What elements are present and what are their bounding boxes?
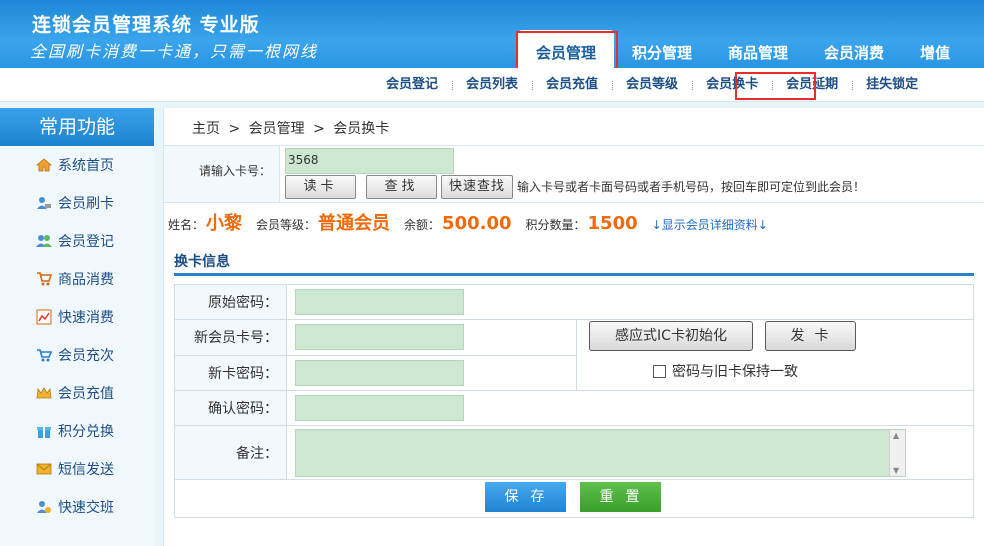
member-points-label: 积分数量： bbox=[525, 218, 586, 232]
card-search-form: 请输入卡号： 3568 读卡 查找 快速查找 输入卡号或者卡面号码或者手机号码，… bbox=[164, 145, 984, 203]
sidebar: 常用功能 系统首页 会员刷卡 会员登记 商品消费 快速消费 会员充次 会员充值 … bbox=[0, 108, 154, 546]
member-summary: 姓名： 小黎 会员等级： 普通会员 余额： 500.00 积分数量： 1500 … bbox=[168, 209, 768, 235]
sidebar-item-sms-send[interactable]: 短信发送 bbox=[0, 450, 154, 488]
gift-icon bbox=[37, 427, 51, 438]
sidebar-item-label: 会员刷卡 bbox=[58, 196, 114, 212]
card-search-hint: 输入卡号或者卡面号码或者手机号码，按回车即可定位到此会员！ bbox=[517, 180, 866, 194]
breadcrumb-member-management[interactable]: 会员管理 bbox=[249, 121, 305, 137]
sidebar-item-quick-handover[interactable]: 快速交班 bbox=[0, 488, 154, 526]
change-card-form: 原始密码： 新会员卡号： 感应式IC卡初始化 发卡 密码与旧卡保持一致 新卡密码… bbox=[174, 284, 974, 518]
same-password-label: 密码与旧卡保持一致 bbox=[672, 364, 798, 380]
new-card-number-input[interactable] bbox=[295, 324, 464, 351]
main-content: 主页 > 会员管理 > 会员换卡 请输入卡号： 3568 读卡 查找 快速查找 … bbox=[163, 108, 984, 546]
sidebar-item-member-recharge[interactable]: 会员充值 bbox=[0, 374, 154, 412]
top-nav: 会员管理 积分管理 商品管理 会员消费 增值 bbox=[518, 30, 968, 68]
member-name-label: 姓名： bbox=[168, 218, 205, 232]
breadcrumb-current: 会员换卡 bbox=[333, 121, 390, 137]
same-password-checkbox[interactable] bbox=[653, 365, 666, 378]
remark-label: 备注： bbox=[174, 425, 287, 480]
save-button[interactable]: 保存 bbox=[485, 482, 566, 512]
sidebar-item-home[interactable]: 系统首页 bbox=[0, 146, 154, 184]
sidebar-item-quick-consumption[interactable]: 快速消费 bbox=[0, 298, 154, 336]
sidebar-item-points-exchange[interactable]: 积分兑换 bbox=[0, 412, 154, 450]
app-header: 连锁会员管理系统 专业版 全国刷卡消费一卡通，只需一根网线 会员管理 积分管理 … bbox=[0, 0, 984, 68]
shopping-cart-icon bbox=[37, 272, 52, 286]
sidebar-item-label: 会员充值 bbox=[58, 386, 114, 402]
same-password-option[interactable]: 密码与旧卡保持一致 bbox=[653, 361, 798, 381]
member-register-icon bbox=[36, 235, 52, 247]
sub-nav-loss-lock[interactable]: 挂失锁定 bbox=[852, 68, 932, 102]
member-balance-label: 余额： bbox=[404, 218, 441, 232]
sidebar-item-label: 短信发送 bbox=[58, 462, 114, 478]
sub-nav-member-level[interactable]: 会员等级 bbox=[612, 68, 692, 102]
section-divider bbox=[174, 273, 974, 276]
sidebar-item-label: 商品消费 bbox=[58, 272, 114, 288]
top-nav-member-consumption[interactable]: 会员消费 bbox=[806, 30, 902, 68]
breadcrumb-separator: > bbox=[228, 121, 241, 137]
sidebar-item-member-register[interactable]: 会员登记 bbox=[0, 222, 154, 260]
new-card-password-label: 新卡密码： bbox=[174, 354, 287, 391]
reset-button[interactable]: 重置 bbox=[580, 482, 661, 512]
sidebar-item-label: 积分兑换 bbox=[58, 424, 114, 440]
remark-textarea[interactable] bbox=[295, 428, 906, 477]
sidebar-item-product-consumption[interactable]: 商品消费 bbox=[0, 260, 154, 298]
breadcrumb: 主页 > 会员管理 > 会员换卡 bbox=[192, 118, 393, 138]
sidebar-item-label: 快速消费 bbox=[58, 310, 114, 326]
sidebar-title: 常用功能 bbox=[0, 108, 154, 146]
find-button[interactable]: 查找 bbox=[366, 175, 437, 199]
app-slogan: 全国刷卡消费一卡通，只需一根网线 bbox=[30, 42, 319, 61]
breadcrumb-separator: > bbox=[313, 121, 325, 137]
member-level-label: 会员等级： bbox=[256, 218, 317, 232]
sidebar-item-label: 系统首页 bbox=[58, 158, 114, 174]
app-title: 连锁会员管理系统 专业版 bbox=[32, 14, 260, 36]
sub-nav-member-extend[interactable]: 会员延期 bbox=[772, 68, 852, 102]
read-card-button[interactable]: 读卡 bbox=[285, 175, 356, 199]
crown-icon bbox=[36, 387, 52, 399]
new-card-password-input[interactable] bbox=[295, 359, 464, 386]
top-nav-points-management[interactable]: 积分管理 bbox=[614, 30, 710, 68]
ic-card-init-button[interactable]: 感应式IC卡初始化 bbox=[589, 321, 753, 351]
quick-find-button[interactable]: 快速查找 bbox=[441, 175, 513, 199]
mail-icon bbox=[36, 463, 52, 475]
remark-scrollbar[interactable] bbox=[889, 429, 905, 476]
member-points-value: 1500 bbox=[587, 213, 638, 234]
member-level-value: 普通会员 bbox=[318, 213, 391, 234]
new-card-number-label: 新会员卡号： bbox=[174, 319, 287, 356]
sub-nav: 会员登记 会员列表 会员充值 会员等级 会员换卡 会员延期 挂失锁定 bbox=[0, 68, 984, 102]
member-detail-link[interactable]: ↓显示会员详细资料↓ bbox=[652, 216, 768, 233]
issue-card-button[interactable]: 发卡 bbox=[765, 321, 856, 351]
original-password-input[interactable] bbox=[295, 289, 464, 315]
sub-nav-member-list[interactable]: 会员列表 bbox=[452, 68, 532, 102]
handover-icon bbox=[37, 501, 51, 513]
confirm-password-label: 确认密码： bbox=[174, 390, 287, 426]
sidebar-item-label: 会员登记 bbox=[58, 234, 114, 250]
sidebar-item-label: 会员充次 bbox=[58, 348, 114, 364]
home-icon bbox=[36, 158, 52, 172]
breadcrumb-home[interactable]: 主页 bbox=[192, 121, 220, 137]
top-nav-member-management[interactable]: 会员管理 bbox=[518, 30, 615, 68]
card-number-input[interactable]: 3568 bbox=[285, 148, 454, 174]
cart-count-icon bbox=[37, 349, 52, 362]
sidebar-item-member-card[interactable]: 会员刷卡 bbox=[0, 184, 154, 222]
sub-nav-member-register[interactable]: 会员登记 bbox=[372, 68, 452, 102]
sidebar-item-label: 快速交班 bbox=[58, 500, 114, 516]
section-title: 换卡信息 bbox=[174, 254, 230, 270]
member-balance-value: 500.00 bbox=[442, 213, 512, 234]
member-card-icon bbox=[37, 197, 51, 209]
member-name-value: 小黎 bbox=[206, 213, 243, 234]
top-nav-product-management[interactable]: 商品管理 bbox=[710, 30, 806, 68]
confirm-password-input[interactable] bbox=[295, 395, 464, 421]
original-password-label: 原始密码： bbox=[174, 284, 287, 320]
chart-icon bbox=[36, 309, 52, 325]
top-nav-value-added[interactable]: 增值 bbox=[902, 30, 968, 68]
sub-nav-member-change-card[interactable]: 会员换卡 bbox=[692, 68, 772, 102]
sidebar-item-member-count-recharge[interactable]: 会员充次 bbox=[0, 336, 154, 374]
sub-nav-member-recharge[interactable]: 会员充值 bbox=[532, 68, 612, 102]
card-number-label: 请输入卡号： bbox=[164, 146, 280, 202]
